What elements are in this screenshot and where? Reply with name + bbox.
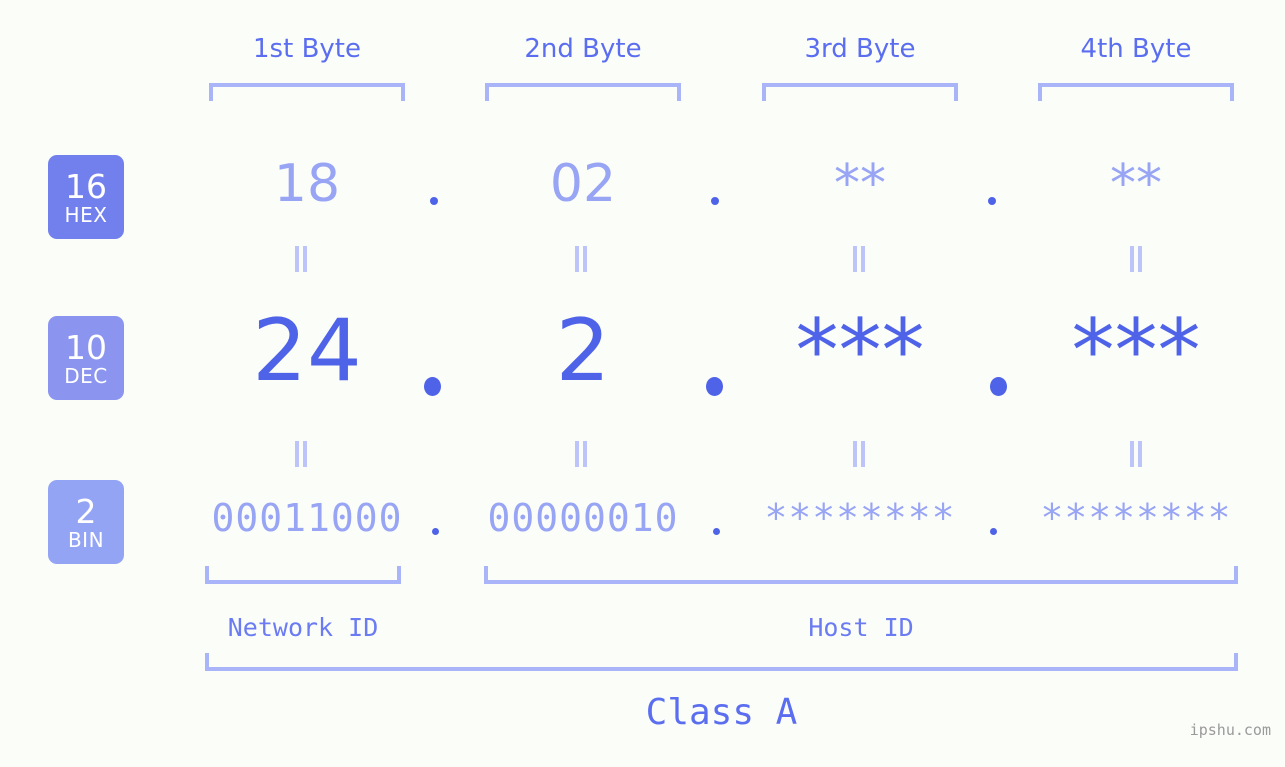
hex-separator-dot-3 [988, 197, 996, 205]
base-badge-hex-number: 16 [65, 166, 107, 206]
byte-header-3: 3rd Byte [804, 34, 916, 64]
byte-header-2: 2nd Byte [524, 34, 642, 64]
bin-separator-dot-3 [990, 528, 997, 535]
base-badge-hex: 16 HEX [48, 155, 124, 239]
host-id-label: Host ID [808, 613, 914, 642]
base-badge-dec-label: DEC [64, 363, 108, 388]
class-bracket [205, 653, 1238, 671]
byte-header-1: 1st Byte [253, 34, 361, 64]
dec-separator-dot-1 [424, 377, 441, 396]
hex-byte-3: ** [762, 158, 958, 210]
equals-marker-hex-dec-2 [573, 246, 589, 272]
ip-address-breakdown-diagram: 1st Byte 2nd Byte 3rd Byte 4th Byte 16 H… [0, 0, 1285, 767]
hex-byte-2: 02 [485, 158, 681, 210]
dec-byte-1: 24 [209, 308, 405, 394]
dec-byte-2-value: 2 [555, 301, 611, 401]
dec-byte-3: *** [762, 308, 958, 394]
bin-byte-3: ******** [753, 499, 967, 537]
hex-byte-2-value: 02 [549, 154, 617, 214]
byte-bracket-1 [209, 83, 405, 101]
base-badge-bin-number: 2 [75, 491, 97, 531]
hex-separator-dot-1 [430, 197, 438, 205]
bin-separator-dot-2 [713, 528, 720, 535]
equals-marker-hex-dec-4 [1128, 246, 1144, 272]
equals-marker-dec-bin-1 [293, 441, 309, 467]
hex-separator-dot-2 [711, 197, 719, 205]
site-watermark: ipshu.com [1189, 721, 1271, 739]
hex-byte-4: ** [1038, 158, 1234, 210]
hex-byte-4-value: ** [1110, 154, 1162, 214]
byte-bracket-2 [485, 83, 681, 101]
dec-byte-4-value: *** [1071, 301, 1201, 401]
bin-byte-2-value: 00000010 [487, 496, 679, 540]
dec-byte-2: 2 [485, 308, 681, 394]
hex-byte-3-value: ** [834, 154, 886, 214]
dec-byte-4: *** [1038, 308, 1234, 394]
host-id-bracket [484, 566, 1238, 584]
network-id-bracket [205, 566, 401, 584]
hex-byte-1: 18 [209, 158, 405, 210]
equals-marker-hex-dec-3 [851, 246, 867, 272]
bin-byte-1: 00011000 [200, 499, 414, 537]
dec-byte-1-value: 24 [252, 301, 362, 401]
bin-byte-4: ******** [1029, 499, 1243, 537]
byte-bracket-4 [1038, 83, 1234, 101]
bin-separator-dot-1 [432, 528, 439, 535]
equals-marker-dec-bin-2 [573, 441, 589, 467]
network-id-label: Network ID [227, 613, 379, 642]
hex-byte-1-value: 18 [273, 154, 341, 214]
base-badge-dec: 10 DEC [48, 316, 124, 400]
dec-separator-dot-3 [990, 377, 1007, 396]
bin-byte-2: 00000010 [476, 499, 690, 537]
byte-bracket-3 [762, 83, 958, 101]
class-label: Class A [645, 692, 798, 733]
bin-byte-3-value: ******** [764, 496, 956, 540]
base-badge-hex-label: HEX [64, 202, 108, 227]
equals-marker-dec-bin-3 [851, 441, 867, 467]
base-badge-dec-number: 10 [65, 327, 107, 367]
dec-separator-dot-2 [706, 377, 723, 396]
bin-byte-4-value: ******** [1040, 496, 1232, 540]
equals-marker-dec-bin-4 [1128, 441, 1144, 467]
dec-byte-3-value: *** [795, 301, 925, 401]
byte-header-4: 4th Byte [1080, 34, 1192, 64]
base-badge-bin-label: BIN [67, 527, 105, 552]
base-badge-bin: 2 BIN [48, 480, 124, 564]
bin-byte-1-value: 00011000 [211, 496, 403, 540]
equals-marker-hex-dec-1 [293, 246, 309, 272]
